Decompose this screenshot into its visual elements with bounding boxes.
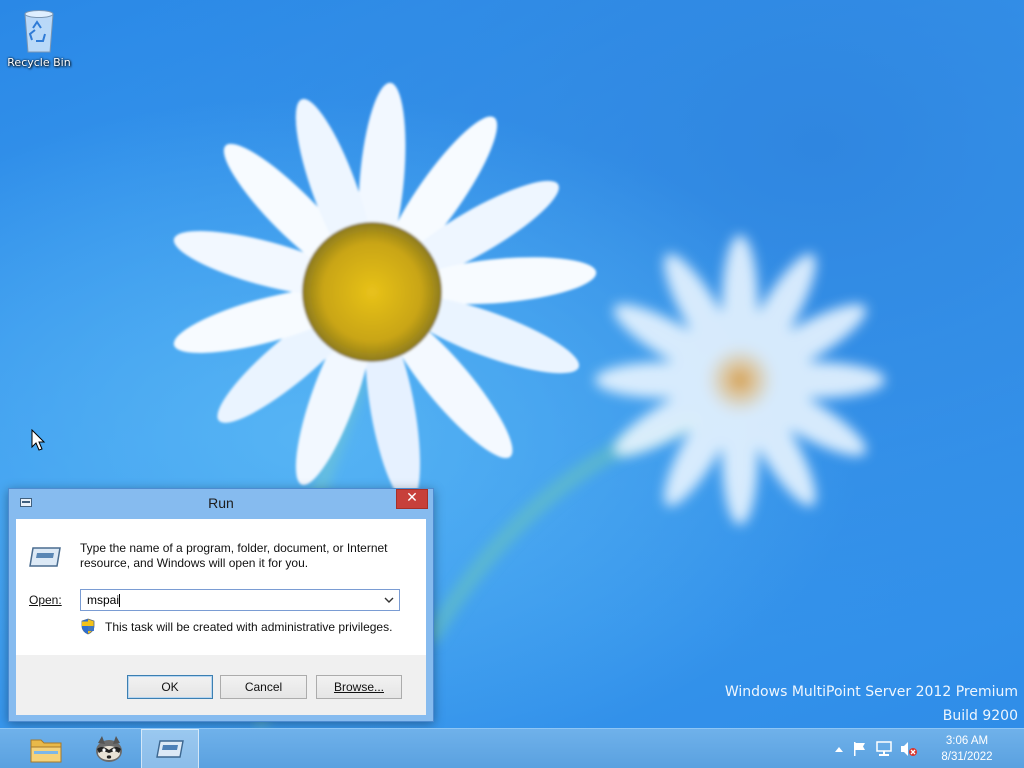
taskbar-clock[interactable]: 3:06 AM 8/31/2022 (932, 733, 1002, 765)
network-icon[interactable] (876, 741, 892, 757)
open-input[interactable] (81, 590, 377, 610)
run-dialog-title: Run (208, 495, 234, 511)
taskbar-run-button[interactable] (141, 729, 199, 768)
open-label-text: Open: (29, 593, 62, 607)
admin-privileges-note: This task will be created with administr… (105, 620, 393, 634)
ok-button[interactable]: OK (127, 675, 213, 699)
cancel-button[interactable]: Cancel (220, 675, 307, 699)
taskbar-file-explorer[interactable] (17, 729, 75, 768)
folder-icon (30, 739, 62, 763)
uac-shield-icon (81, 618, 95, 635)
show-hidden-icons-icon[interactable] (834, 745, 844, 753)
run-dialog-footer: OK Cancel Browse... (16, 655, 426, 715)
action-center-flag-icon[interactable] (852, 741, 868, 757)
taskbar: 3:06 AM 8/31/2022 (0, 728, 1024, 768)
run-app-icon (29, 547, 61, 567)
mouse-pointer-icon (31, 429, 46, 451)
desktop-icon-label: Recycle Bin (7, 56, 71, 69)
build-number-watermark: Build 9200 (942, 708, 1018, 724)
run-dialog[interactable]: Run ✕ Type the name of a program, folder… (8, 488, 434, 722)
raccoon-icon (96, 736, 122, 762)
volume-muted-icon[interactable] (900, 741, 918, 757)
recycle-bin-icon (24, 10, 54, 53)
clock-time: 3:06 AM (945, 735, 989, 747)
browse-button[interactable]: Browse... (316, 675, 402, 699)
clock-date: 8/31/2022 (941, 751, 993, 763)
chevron-down-icon (384, 597, 394, 603)
open-combobox[interactable] (80, 589, 400, 611)
system-tray: 3:06 AM 8/31/2022 (834, 729, 1024, 768)
os-version-watermark: Windows MultiPoint Server 2012 Premium (724, 684, 1018, 700)
run-icon (156, 740, 184, 758)
desktop-icon-recycle-bin[interactable]: Recycle Bin (4, 6, 74, 78)
text-caret (119, 594, 120, 607)
run-description: Type the name of a program, folder, docu… (80, 541, 388, 570)
taskbar-raccoon-app[interactable] (80, 729, 138, 768)
run-dialog-body: Type the name of a program, folder, docu… (16, 519, 426, 715)
browse-button-label: Browse... (333, 680, 384, 694)
dropdown-arrow-button[interactable] (379, 590, 399, 610)
run-dialog-titlebar[interactable]: Run ✕ (9, 489, 433, 517)
open-label: Open: (29, 593, 62, 607)
close-button[interactable]: ✕ (396, 489, 428, 509)
